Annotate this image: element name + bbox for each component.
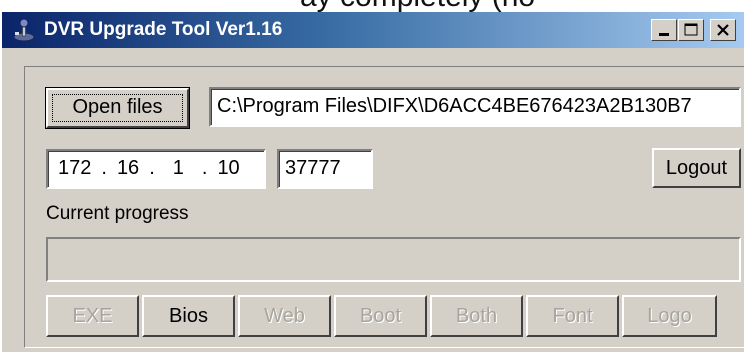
- bios-upgrade-label: Bios: [169, 305, 208, 327]
- title-bar[interactable]: DVR Upgrade Tool Ver1.16: [2, 12, 744, 48]
- ip-octet-4: 10: [217, 157, 240, 179]
- close-button[interactable]: [710, 19, 736, 41]
- web-upgrade-button[interactable]: Web: [238, 295, 331, 337]
- web-upgrade-label: Web: [264, 305, 305, 327]
- background-strip: ay completely (no: [0, 0, 744, 12]
- ip-octet-3: 1: [172, 157, 184, 179]
- ip-octet-1: 172: [58, 157, 92, 179]
- boot-upgrade-button[interactable]: Boot: [334, 295, 427, 337]
- file-path-field[interactable]: C:\Program Files\DIFX\D6ACC4BE676423A2B1…: [209, 87, 741, 127]
- upgrade-tool-window: DVR Upgrade Tool Ver1.16 Open files C:\P…: [0, 12, 744, 352]
- exe-upgrade-button[interactable]: EXE: [46, 295, 139, 337]
- minimize-icon: [659, 33, 669, 36]
- logout-label: Logout: [665, 157, 728, 179]
- port-field[interactable]: 37777: [277, 149, 373, 189]
- both-upgrade-label: Both: [455, 305, 498, 327]
- upgrade-progress-bar: [46, 237, 741, 282]
- bios-upgrade-button[interactable]: Bios: [142, 295, 235, 337]
- progress-label: Current progress: [46, 203, 189, 224]
- background-text: ay completely (no: [300, 0, 535, 12]
- port-value: 37777: [285, 157, 341, 179]
- close-icon: [717, 24, 729, 36]
- ip-address-field[interactable]: 172. 16. 1. 10: [46, 149, 266, 189]
- joystick-icon: [12, 18, 36, 42]
- logo-upgrade-label: Logo: [647, 305, 692, 327]
- ip-octet-2: 16: [116, 157, 140, 179]
- minimize-button[interactable]: [651, 19, 677, 41]
- font-upgrade-button[interactable]: Font: [526, 295, 619, 337]
- window-title: DVR Upgrade Tool Ver1.16: [44, 19, 283, 40]
- both-upgrade-button[interactable]: Both: [430, 295, 523, 337]
- exe-upgrade-label: EXE: [72, 305, 113, 327]
- client-frame: Open files C:\Program Files\DIFX\D6ACC4B…: [24, 66, 744, 348]
- file-path-value: C:\Program Files\DIFX\D6ACC4BE676423A2B1…: [217, 95, 692, 117]
- font-upgrade-label: Font: [552, 305, 593, 327]
- logout-button[interactable]: Logout: [652, 148, 741, 188]
- open-files-button[interactable]: Open files: [45, 87, 190, 129]
- maximize-button[interactable]: [678, 19, 704, 41]
- boot-upgrade-label: Boot: [359, 305, 402, 327]
- logo-upgrade-button[interactable]: Logo: [622, 295, 717, 337]
- open-files-label: Open files: [72, 96, 163, 118]
- maximize-icon: [684, 23, 698, 36]
